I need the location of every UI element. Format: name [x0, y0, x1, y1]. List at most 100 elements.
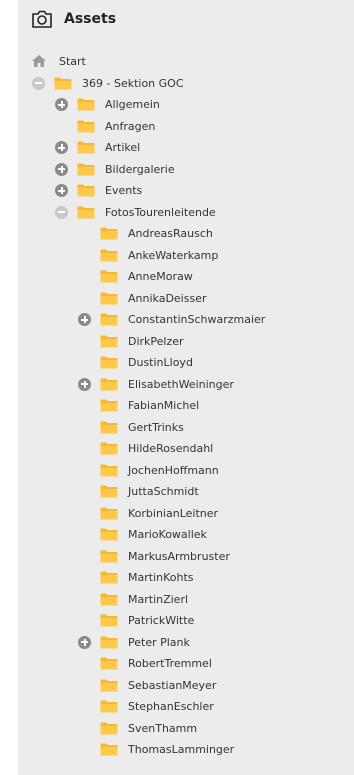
tree-node-label: SvenThamm [128, 721, 198, 735]
tree-node[interactable]: Artikel [18, 138, 354, 160]
tree-node[interactable]: Bildergalerie [18, 160, 354, 182]
tree-node-label: ConstantinSchwarzmaier [128, 313, 266, 326]
tree-node[interactable]: HildeRosendahl [18, 439, 354, 461]
expand-toggle-icon[interactable] [78, 377, 91, 391]
folder-icon [100, 335, 118, 347]
tree-node-label: KorbinianLeitner [128, 506, 219, 520]
tree-node[interactable]: Peter Plank [18, 633, 354, 655]
assets-panel: Assets Start 369 - Sektion GOC Allgemein An… [18, 0, 354, 775]
tree-node[interactable]: Events [18, 181, 354, 203]
folder-icon [100, 614, 118, 627]
tree-node-label: MartinKohts [128, 571, 194, 584]
tree-node-label: MarkusArmbruster [128, 549, 230, 563]
folder-icon [100, 270, 118, 283]
folder-icon [100, 550, 118, 562]
tree-node[interactable]: MarkusArmbruster [18, 547, 354, 569]
tree-node-label: Bildergalerie [105, 162, 175, 176]
tree-node-label: RobertTremmel [128, 657, 212, 670]
folder-icon [100, 378, 118, 390]
tree-node[interactable]: ConstantinSchwarzmaier [18, 310, 354, 332]
tree-node-label: AnneMoraw [128, 270, 193, 283]
tree-node[interactable]: AnnikaDeisser [18, 289, 354, 311]
tree-node-label: JuttaSchmidt [128, 485, 199, 498]
tree-node[interactable]: GertTrinks [18, 418, 354, 440]
folder-icon [100, 313, 118, 326]
folder-icon [100, 700, 118, 713]
folder-icon [100, 442, 118, 455]
tree-node-label: DustinLloyd [128, 356, 193, 369]
folder-icon [77, 184, 95, 197]
tree-node-label: Anfragen [105, 119, 156, 133]
home-icon [32, 55, 46, 67]
expand-toggle-icon[interactable] [55, 184, 68, 197]
collapse-toggle-icon[interactable] [55, 205, 68, 219]
tree-node[interactable]: FabianMichel [18, 396, 354, 418]
tree-node[interactable]: PatrickWitte [18, 611, 354, 633]
folder-icon [77, 206, 95, 218]
expand-toggle-icon[interactable] [55, 141, 68, 154]
folder-icon [77, 141, 95, 154]
tree-node[interactable]: JochenHoffmann [18, 461, 354, 483]
folder-icon [100, 421, 118, 433]
tree-node[interactable]: RobertTremmel [18, 654, 354, 676]
tree-node[interactable]: ElisabethWeininger [18, 375, 354, 397]
tree-node-label: Peter Plank [128, 635, 190, 649]
tree-node[interactable]: DustinLloyd [18, 353, 354, 375]
tree-node[interactable]: StephanEschler [18, 697, 354, 719]
tree-node-label: ThomasLamminger [128, 743, 235, 756]
folder-icon [100, 528, 118, 541]
tree-node-label: Events [105, 184, 143, 197]
tree-node[interactable]: MarioKowallek [18, 525, 354, 547]
tree-node[interactable]: AnneMoraw [18, 267, 354, 289]
folder-icon [100, 249, 118, 261]
tree-node[interactable]: Start [18, 52, 354, 74]
tree-node-label: HildeRosendahl [128, 442, 214, 455]
tree-node-label: AnnikaDeisser [128, 291, 207, 305]
tree-node[interactable]: AndreasRausch [18, 224, 354, 246]
tree-node-label: DirkPelzer [128, 334, 184, 348]
tree-node[interactable]: ThomasLamminger [18, 740, 354, 762]
tree-node[interactable]: SebastianMeyer [18, 676, 354, 698]
tree-node-label: GertTrinks [128, 420, 184, 434]
tree-node-label: StephanEschler [128, 700, 214, 713]
tree-node[interactable]: SvenThamm [18, 719, 354, 741]
tree-node[interactable]: FotosTourenleitende [18, 203, 354, 225]
folder-icon [54, 77, 72, 89]
tree-node-label: Artikel [105, 141, 141, 154]
tree-node-label: Allgemein [105, 98, 160, 111]
folder-icon [100, 571, 118, 584]
folder-icon [100, 227, 118, 240]
tree-node-label: AnkeWaterkamp [128, 248, 219, 262]
tree-node[interactable]: DirkPelzer [18, 332, 354, 354]
expand-toggle-icon[interactable] [78, 635, 91, 649]
tree-node[interactable]: Anfragen [18, 117, 354, 139]
folder-icon [100, 292, 118, 304]
folder-icon [100, 743, 118, 756]
expand-toggle-icon[interactable] [78, 313, 91, 326]
expand-toggle-icon[interactable] [55, 98, 68, 111]
expand-toggle-icon[interactable] [55, 162, 68, 176]
tree-node-label: ElisabethWeininger [128, 377, 234, 391]
folder-icon [100, 593, 118, 605]
tree-node[interactable]: JuttaSchmidt [18, 482, 354, 504]
folder-icon [100, 722, 118, 734]
collapse-toggle-icon[interactable] [32, 76, 45, 90]
asset-tree: Start 369 - Sektion GOC Allgemein Anfragen A… [18, 52, 354, 762]
tree-node[interactable]: 369 - Sektion GOC [18, 74, 354, 96]
folder-icon [100, 636, 118, 648]
tree-node[interactable]: MartinZierl [18, 590, 354, 612]
tree-node-label: Start [59, 55, 86, 68]
folder-icon [100, 657, 118, 670]
tree-node-label: FotosTourenleitende [105, 205, 216, 219]
panel-title: Assets [64, 11, 117, 27]
tree-node-label: FabianMichel [128, 399, 200, 412]
panel-header: Assets [18, 0, 354, 40]
tree-node[interactable]: AnkeWaterkamp [18, 246, 354, 268]
folder-icon [100, 679, 118, 691]
tree-node-label: MartinZierl [128, 592, 189, 606]
folder-icon [77, 98, 95, 111]
tree-node[interactable]: Allgemein [18, 95, 354, 117]
tree-node[interactable]: KorbinianLeitner [18, 504, 354, 526]
tree-node[interactable]: MartinKohts [18, 568, 354, 590]
tree-node-label: JochenHoffmann [128, 463, 219, 477]
